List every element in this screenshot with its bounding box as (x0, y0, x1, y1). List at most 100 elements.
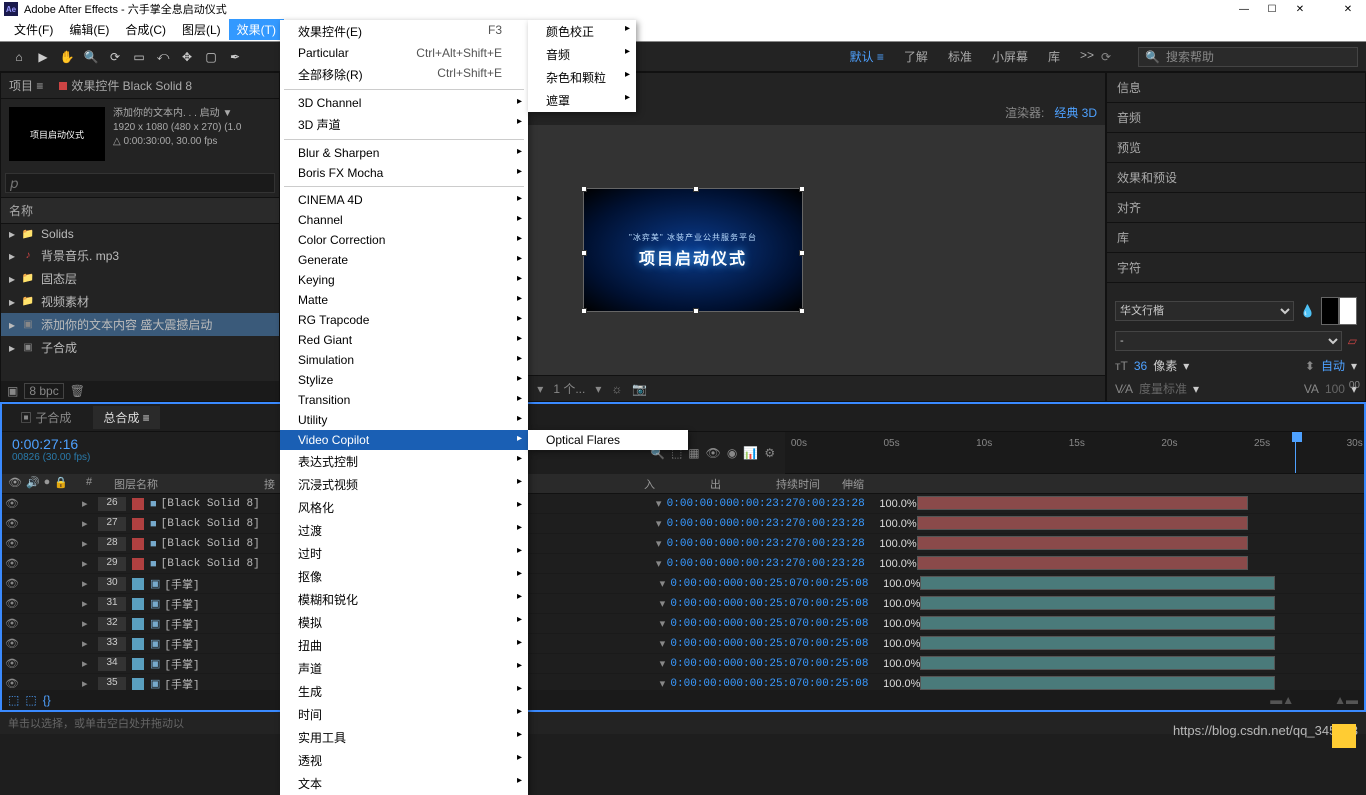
eye-header-icon[interactable]: 👁 (8, 476, 22, 491)
font-style-select[interactable]: - (1115, 331, 1342, 351)
layer-color[interactable] (132, 618, 144, 630)
workspace-standard[interactable]: 标准 (948, 48, 972, 65)
menu-item--[interactable]: 过时 (280, 542, 528, 565)
hand-tool-icon[interactable]: ✋ (56, 46, 78, 68)
out-point[interactable]: 0:00:25:07 (736, 598, 802, 610)
stretch[interactable]: 100.0% (868, 678, 920, 690)
menu-item--[interactable]: 表达式控制 (280, 450, 528, 473)
menu-item--[interactable]: 抠像 (280, 565, 528, 588)
menu-item[interactable]: 音频 (528, 43, 636, 66)
visibility-toggle[interactable]: 👁 (2, 577, 22, 590)
layer-bar[interactable] (917, 516, 1248, 530)
kerning[interactable]: 度量标准 (1139, 380, 1187, 397)
workspace-default[interactable]: 默认 ≡ (850, 48, 884, 65)
twirl-icon[interactable]: ▸ (82, 597, 98, 610)
layer-name-header[interactable]: 图层名称 (110, 474, 260, 493)
layer-bar[interactable] (920, 576, 1275, 590)
layer-color[interactable] (132, 518, 144, 530)
menu-item[interactable]: 颜色校正 (528, 20, 636, 43)
menu-edit[interactable]: 编辑(E) (61, 19, 117, 40)
menu-item--[interactable]: 沉浸式视频 (280, 473, 528, 496)
project-item[interactable]: ▸▣添加你的文本内容 盛大震撼启动 (1, 313, 279, 336)
menu-item[interactable]: 遮罩 (528, 89, 636, 112)
color-swatch[interactable] (1321, 297, 1357, 325)
workspace-small[interactable]: 小屏幕 (992, 48, 1028, 65)
layer-color[interactable] (132, 638, 144, 650)
out-point[interactable]: 0:00:25:07 (736, 658, 802, 670)
eyedropper-icon[interactable]: 💧 (1300, 304, 1315, 318)
in-point[interactable]: 0:00:00:00 (670, 658, 736, 670)
duration[interactable]: 0:00:25:08 (802, 658, 868, 670)
menu-composition[interactable]: 合成(C) (117, 19, 174, 40)
views-dropdown[interactable]: 1 个... (553, 380, 585, 397)
motion-blur-icon[interactable]: {} (43, 693, 51, 707)
align-panel-header[interactable]: 对齐 (1107, 193, 1365, 223)
exposure-icon[interactable]: ☼ (611, 382, 622, 396)
duration[interactable]: 0:00:25:08 (802, 638, 868, 650)
brainstorm-icon[interactable]: ⚙ (764, 446, 775, 460)
out-point[interactable]: 0:00:25:07 (736, 578, 802, 590)
duration-header[interactable]: 持续时间 (772, 474, 838, 493)
menu-file[interactable]: 文件(F) (6, 19, 61, 40)
project-search-input[interactable] (5, 173, 275, 193)
stretch[interactable]: 100.0% (865, 558, 917, 570)
timeline-layer-row[interactable]: 👁 ▸ 29 ■ [Black Solid 8] ▾ 0:00:00:00 0:… (2, 554, 1364, 574)
layer-name[interactable]: [Black Solid 8] (161, 538, 291, 550)
font-size[interactable]: 36 (1134, 359, 1147, 373)
workspace-switcher[interactable]: 默认 ≡ 了解 标准 小屏幕 库 >> (850, 48, 1094, 65)
menu-bar[interactable]: 文件(F) 编辑(E) 合成(C) 图层(L) 效果(T) (0, 18, 1366, 42)
project-name-header[interactable]: 名称 (1, 197, 279, 224)
layer-name[interactable]: [手掌] (164, 656, 294, 672)
twirl-icon[interactable]: ▸ (82, 617, 98, 630)
visibility-toggle[interactable]: 👁 (2, 597, 22, 610)
effects-panel-header[interactable]: 效果和预设 (1107, 163, 1365, 193)
workspace-more[interactable]: >> (1080, 48, 1094, 65)
effects-side-menu[interactable]: 颜色校正音频杂色和颗粒遮罩 (528, 20, 636, 112)
parent-dropdown[interactable]: ▾ (654, 617, 670, 630)
minimize-button[interactable]: — (1230, 1, 1258, 17)
duration[interactable]: 0:00:25:08 (802, 578, 868, 590)
parent-dropdown[interactable]: ▾ (654, 677, 670, 690)
timeline-layer-row[interactable]: 👁 ▸ 27 ■ [Black Solid 8] ▾ 0:00:00:00 0:… (2, 514, 1364, 534)
project-item[interactable]: ▸📁Solids (1, 224, 279, 244)
library-panel-header[interactable]: 库 (1107, 223, 1365, 253)
menu-item--[interactable]: 过渡 (280, 519, 528, 542)
character-panel-header[interactable]: 字符 (1107, 253, 1365, 283)
layer-bar[interactable] (920, 676, 1275, 690)
menu-item-3d-channel[interactable]: 3D Channel (280, 93, 528, 113)
video-copilot-submenu[interactable]: Optical Flares (528, 430, 688, 450)
visibility-toggle[interactable]: 👁 (2, 617, 22, 630)
project-item[interactable]: ▸📁固态层 (1, 267, 279, 290)
effects-menu[interactable]: 效果控件(E)F3ParticularCtrl+Alt+Shift+E全部移除(… (280, 20, 528, 795)
twirl-icon[interactable]: ▸ (82, 577, 98, 590)
timeline-layer-row[interactable]: 👁 ▸ 31 ▣ [手掌] ▾ 0:00:00:00 0:00:25:07 0:… (2, 594, 1364, 614)
shape-tool-icon[interactable]: ▢ (200, 46, 222, 68)
sync-icon[interactable]: ⟳ (1094, 50, 1118, 64)
in-point[interactable]: 0:00:00:00 (670, 618, 736, 630)
menu-item-rg-trapcode[interactable]: RG Trapcode (280, 310, 528, 330)
layer-bar[interactable] (920, 636, 1275, 650)
menu-item--[interactable]: 模拟 (280, 611, 528, 634)
menu-item--[interactable]: 实用工具 (280, 726, 528, 749)
menu-item--[interactable]: 扭曲 (280, 634, 528, 657)
menu-item[interactable]: ParticularCtrl+Alt+Shift+E (280, 43, 528, 63)
bpc-button[interactable]: 8 bpc (24, 383, 63, 399)
graph-icon[interactable]: 📊 (743, 446, 758, 460)
menu-layer[interactable]: 图层(L) (174, 19, 229, 40)
layer-name[interactable]: [Black Solid 8] (161, 518, 291, 530)
menu-item--[interactable]: 文本 (280, 772, 528, 795)
stroke-icon[interactable]: ▱ (1348, 334, 1357, 348)
out-point[interactable]: 0:00:23:27 (733, 518, 799, 530)
project-item[interactable]: ▸▣子合成 (1, 336, 279, 359)
twirl-icon[interactable]: ▸ (82, 557, 98, 570)
in-point[interactable]: 0:00:00:00 (667, 518, 733, 530)
duration[interactable]: 0:00:23:28 (799, 558, 865, 570)
layer-color[interactable] (132, 658, 144, 670)
out-point[interactable]: 0:00:23:27 (733, 498, 799, 510)
out-point[interactable]: 0:00:23:27 (733, 558, 799, 570)
timecode-display[interactable]: 0:00:27:16 00826 (30.00 fps) (2, 432, 150, 474)
draft3d-icon[interactable]: ▦ (688, 446, 699, 460)
twirl-icon[interactable]: ▸ (82, 637, 98, 650)
rotate-tool-icon[interactable]: ⤺ (152, 46, 174, 68)
layer-name[interactable]: [手掌] (164, 616, 294, 632)
